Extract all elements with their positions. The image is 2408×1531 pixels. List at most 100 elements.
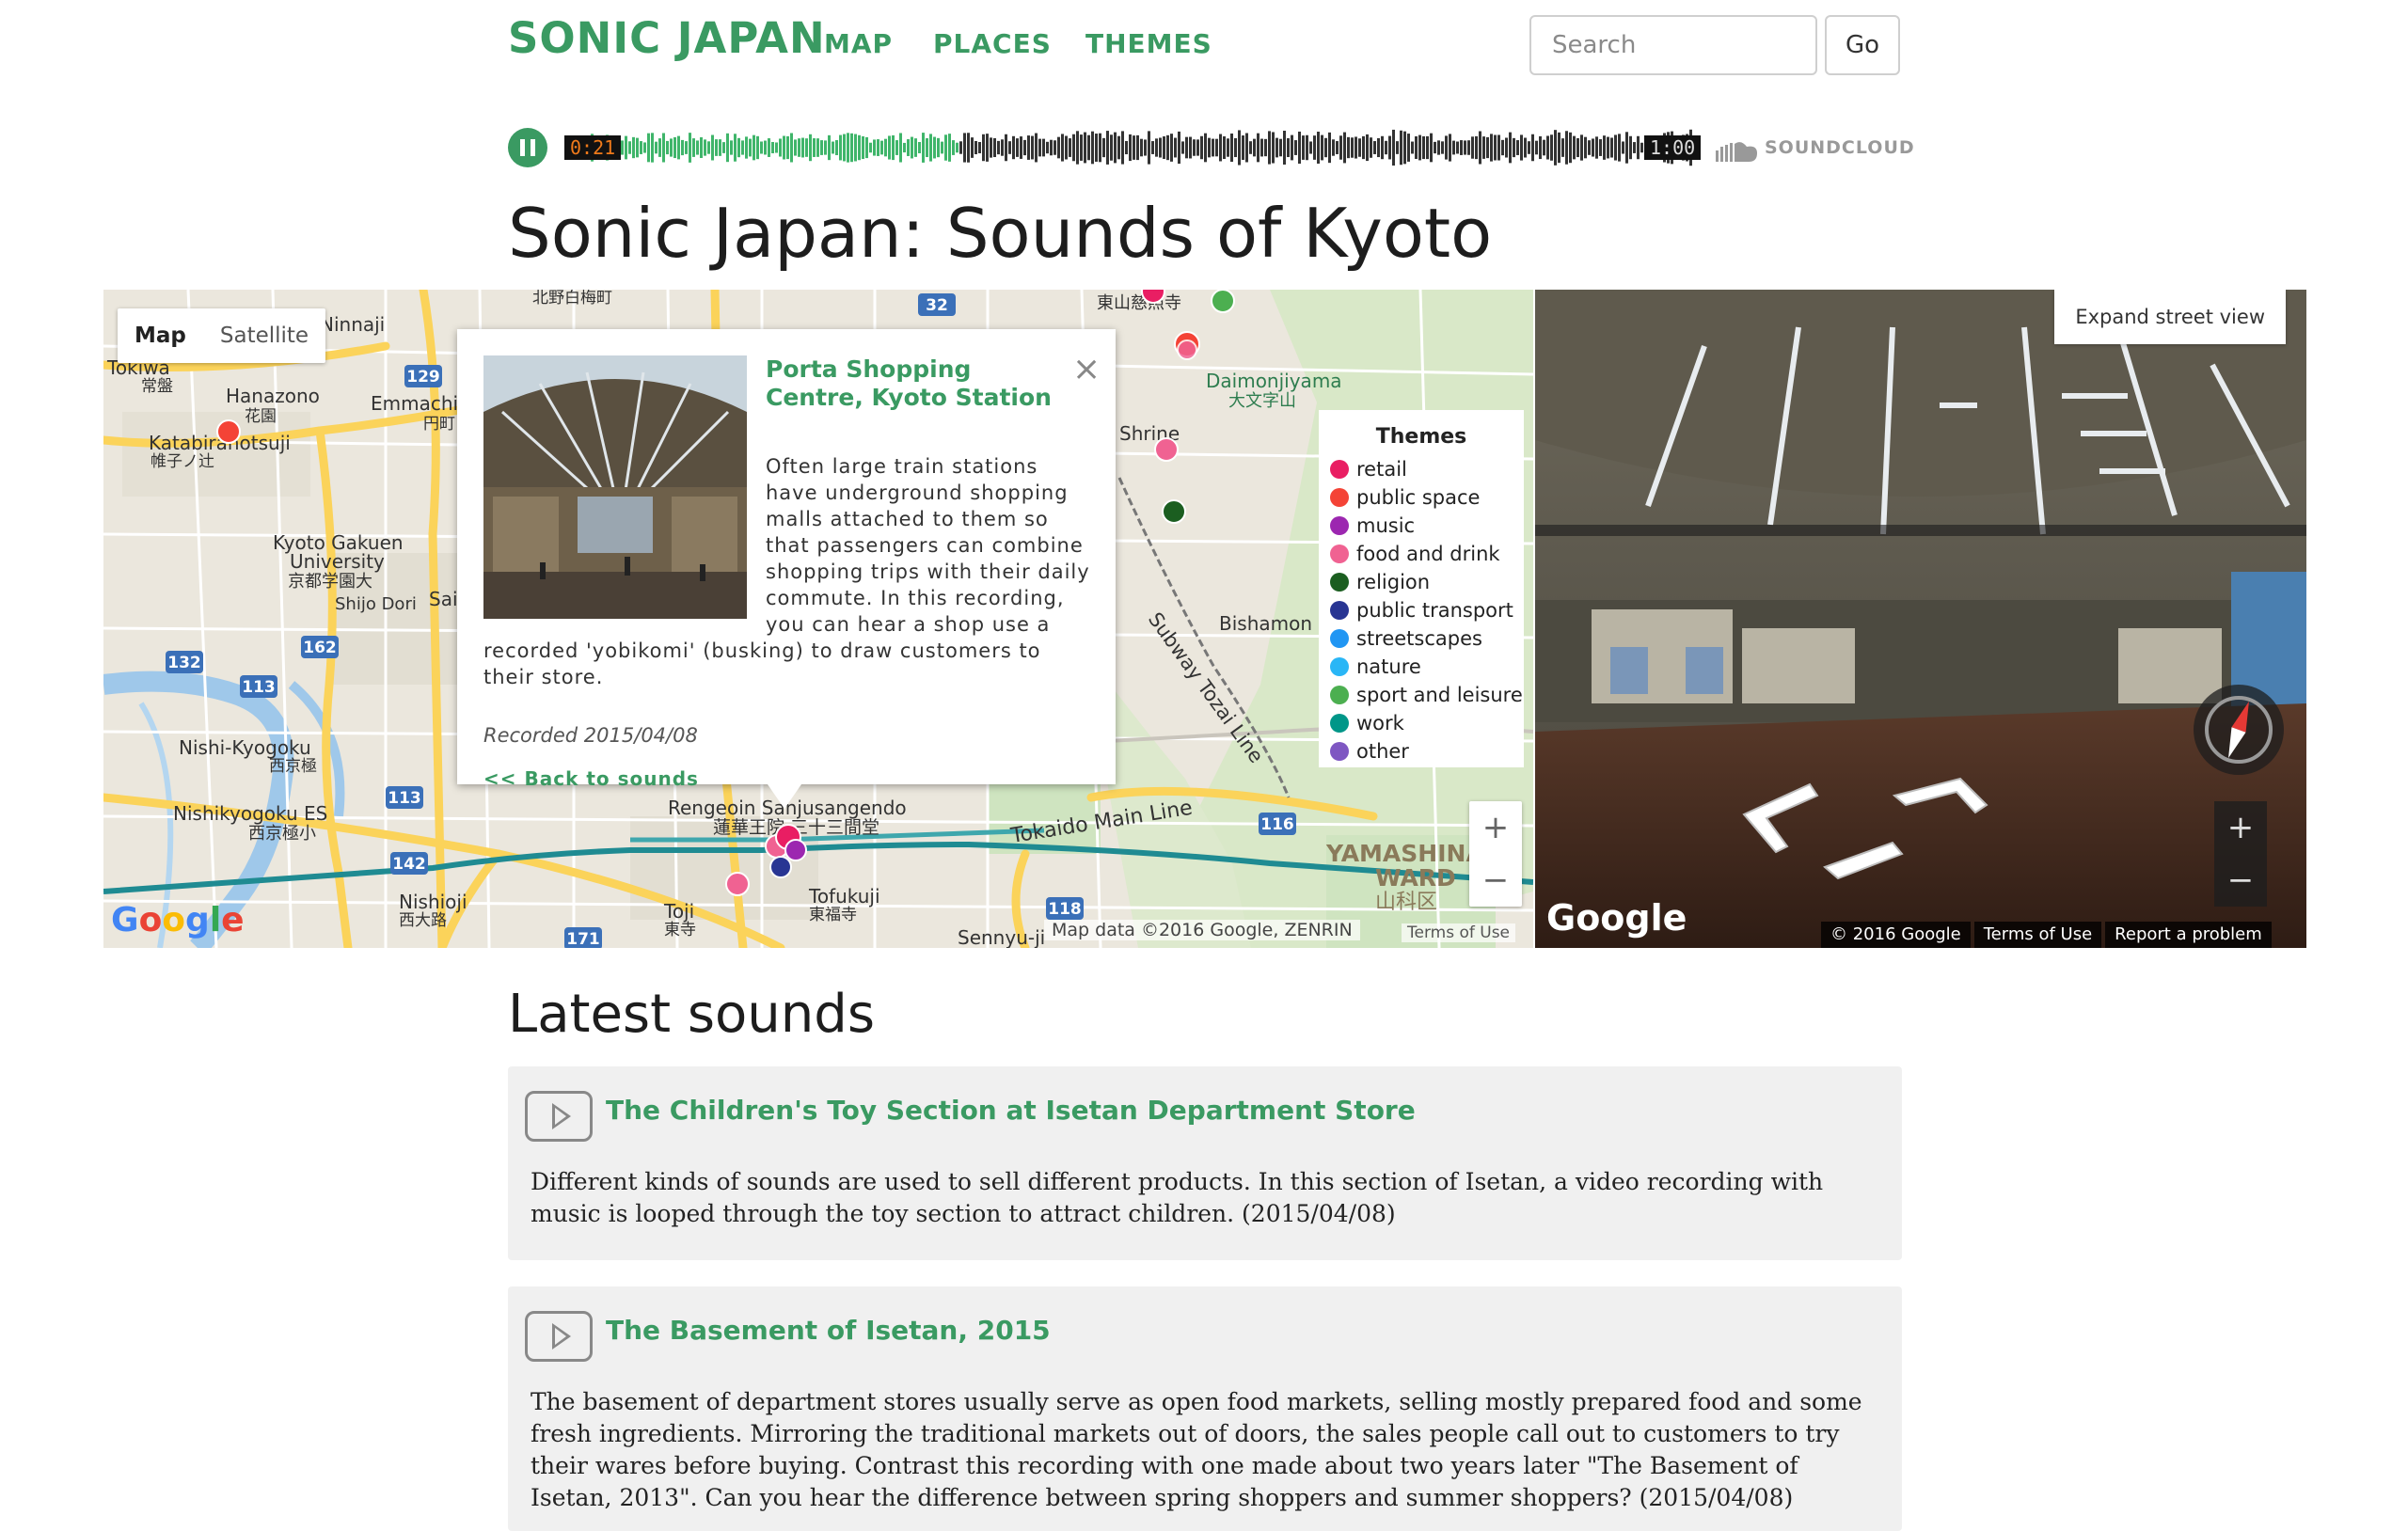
map-label: 帷子ノ辻 (150, 452, 214, 471)
close-icon[interactable]: × (1072, 350, 1101, 388)
back-to-sounds-link[interactable]: << Back to sounds (483, 767, 699, 790)
play-icon[interactable] (525, 1311, 593, 1362)
map-label: 東山慈照寺 (1097, 293, 1181, 313)
search-input[interactable] (1529, 15, 1817, 75)
page-title: Sonic Japan: Sounds of Kyoto (508, 194, 1493, 273)
map-label: Nishikyogoku ES (173, 802, 327, 825)
legend-label: public transport (1356, 599, 1513, 622)
route-129: 129 (406, 368, 440, 387)
map-terms-link[interactable]: Terms of Use (1402, 923, 1516, 942)
search-go-button[interactable]: Go (1825, 15, 1900, 75)
map-label: 円町 (423, 415, 455, 434)
legend-item: retail (1330, 457, 1407, 485)
street-view-zoom-in-button[interactable]: + (2214, 801, 2267, 854)
pause-icon (531, 139, 535, 156)
legend-label: food and drink (1356, 543, 1500, 565)
map-label: WARD (1375, 864, 1456, 892)
legend-label: other (1356, 740, 1409, 763)
legend-item: religion (1330, 570, 1430, 598)
map-view[interactable]: 129 132 113 162 113 142 171 118 116 32 H… (103, 290, 1533, 948)
popup-recorded-date: Recorded 2015/04/08 (483, 724, 698, 747)
map-label: 花園 (245, 407, 277, 426)
map-type-control[interactable]: Map Satellite (118, 308, 326, 363)
map-label: Sennyu-ji (958, 926, 1045, 948)
route-171: 171 (566, 930, 600, 948)
legend-item: work (1330, 711, 1404, 739)
legend-label: streetscapes (1356, 627, 1482, 650)
nav-places[interactable]: PLACES (933, 28, 1052, 59)
legend-dot (1330, 657, 1349, 676)
legend-dot (1330, 742, 1349, 761)
soundcloud-icon[interactable] (1716, 141, 1757, 162)
map-label: Bishamon (1219, 612, 1312, 635)
legend-label: public space (1356, 486, 1481, 509)
legend-item: streetscapes (1330, 626, 1482, 655)
map-label: 山科区 (1375, 891, 1437, 914)
nav-map[interactable]: MAP (824, 28, 893, 59)
popup-title[interactable]: Porta Shopping Centre, Kyoto Station (766, 355, 1067, 412)
soundcloud-label[interactable]: SOUNDCLOUD (1765, 137, 1915, 158)
compass-icon[interactable] (2194, 685, 2284, 775)
map-type-map-button[interactable]: Map (118, 308, 203, 363)
map-label: Tofukuji (808, 885, 880, 908)
street-view-copyright: © 2016 Google (1821, 922, 1971, 948)
play-icon[interactable] (525, 1091, 593, 1142)
total-time: 1:00 (1644, 135, 1702, 160)
map-label: Nishi-Kyogoku (179, 736, 311, 759)
legend-label: music (1356, 514, 1416, 537)
map-label: Emmachi (371, 392, 458, 415)
street-view-zoom-control[interactable]: + − (2214, 801, 2267, 907)
map-label: 西大路 (399, 911, 447, 930)
legend-dot (1330, 460, 1349, 479)
legend-dot (1330, 573, 1349, 592)
map-label: Shijo Dori (335, 594, 417, 614)
site-logo[interactable]: SONIC JAPAN (508, 13, 826, 63)
info-window: Porta Shopping Centre, Kyoto Station × O… (457, 329, 1116, 790)
legend-dot (1330, 714, 1349, 733)
nav-themes[interactable]: THEMES (1085, 28, 1212, 59)
legend-item: public transport (1330, 598, 1513, 626)
sound-card-title[interactable]: The Children's Toy Section at Isetan Dep… (606, 1095, 1416, 1126)
legend-dot (1330, 545, 1349, 563)
expand-street-view-button[interactable]: Expand street view (2054, 290, 2286, 344)
map-label: University (290, 550, 385, 573)
legend-item: nature (1330, 655, 1421, 683)
map-type-satellite-button[interactable]: Satellite (203, 308, 325, 363)
legend-label: religion (1356, 571, 1431, 593)
map-label: 北野白梅町 (532, 290, 612, 308)
map-label: 常盤 (141, 377, 173, 396)
zoom-in-button[interactable]: + (1469, 801, 1522, 854)
info-window-tail (768, 784, 801, 809)
sound-card: The Children's Toy Section at Isetan Dep… (508, 1066, 1902, 1260)
map-label: 西京極小 (248, 824, 316, 844)
legend-item: music (1330, 513, 1415, 542)
zoom-out-button[interactable]: − (1469, 854, 1522, 907)
map-label: 東福寺 (809, 906, 857, 924)
sound-card: The Basement of Isetan, 2015 The basemen… (508, 1286, 1902, 1531)
popup-description-wrap: Often large train stations have undergro… (483, 453, 1095, 690)
themes-legend: Themes retail public space music food and d… (1319, 410, 1524, 767)
route-116: 116 (1260, 815, 1294, 834)
map-zoom-control[interactable]: + − (1469, 801, 1522, 907)
pause-icon (520, 139, 525, 156)
waveform-scrubber[interactable] (564, 126, 1695, 169)
street-view-terms-link[interactable]: Terms of Use (1973, 922, 2102, 948)
street-view-google-logo: Google (1546, 897, 1687, 939)
street-view-panel[interactable]: Expand street view + − Google © 2016 Goo… (1535, 290, 2306, 948)
street-view-image[interactable] (1535, 290, 2306, 948)
legend-item: other (1330, 739, 1409, 767)
sound-card-title[interactable]: The Basement of Isetan, 2015 (606, 1315, 1051, 1346)
legend-item: food and drink (1330, 542, 1500, 570)
legend-title: Themes (1375, 425, 1467, 449)
map-label: Toji (663, 900, 694, 923)
report-problem-link[interactable]: Report a problem (2105, 922, 2272, 948)
legend-label: retail (1356, 458, 1407, 481)
map-label: Daimonjiyama (1206, 370, 1342, 392)
google-logo: Google (111, 901, 245, 939)
street-view-footer: © 2016 Google Terms of Use Report a prob… (1817, 922, 2272, 948)
street-view-zoom-out-button[interactable]: − (2214, 854, 2267, 907)
route-32: 32 (926, 296, 948, 315)
pause-button[interactable] (508, 128, 547, 167)
legend-dot (1330, 601, 1349, 620)
route-113: 113 (242, 678, 276, 697)
